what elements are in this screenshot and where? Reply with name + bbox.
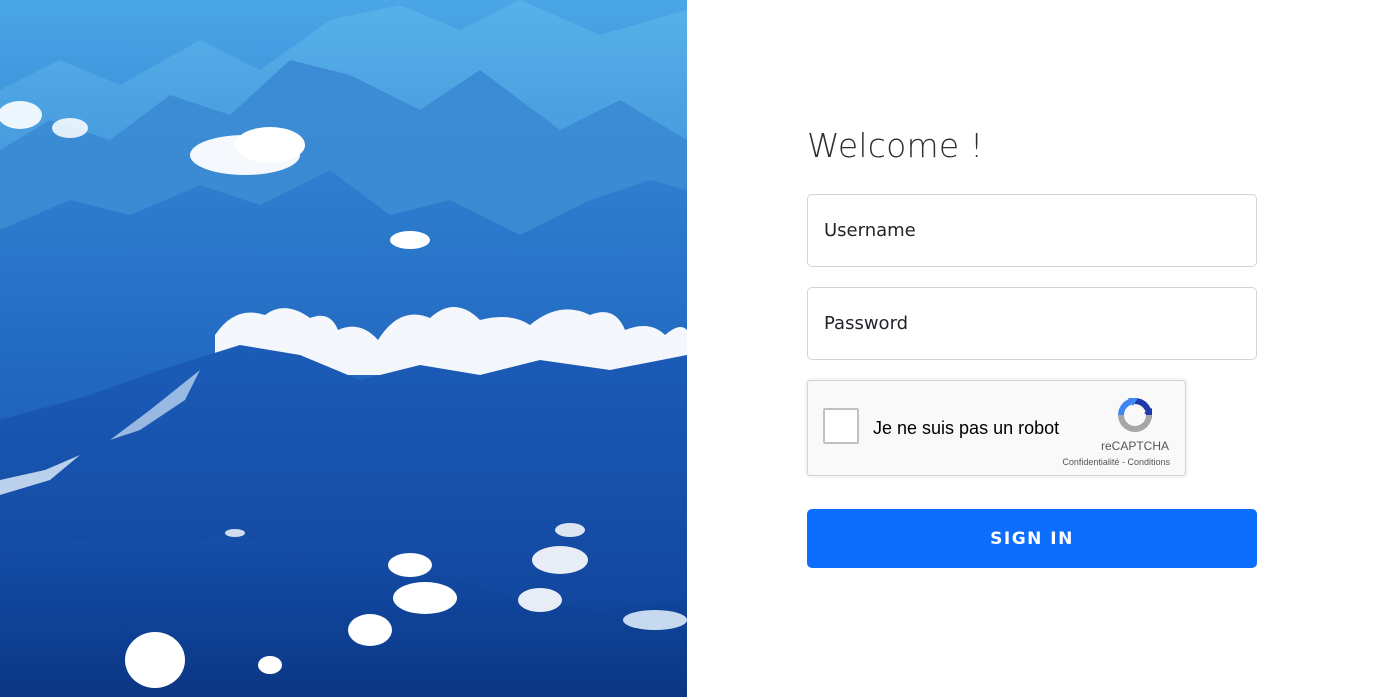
- sign-in-button[interactable]: SIGN IN: [807, 509, 1257, 568]
- recaptcha-links: Confidentialité - Conditions: [1062, 457, 1170, 467]
- recaptcha-checkbox[interactable]: [823, 408, 859, 444]
- login-page: Welcome ! Je ne suis pas un robot reCAPT…: [0, 0, 1390, 697]
- welcome-title: Welcome !: [807, 126, 984, 165]
- recaptcha-widget: Je ne suis pas un robot reCAPTCHA Confid…: [807, 380, 1186, 476]
- recaptcha-label: Je ne suis pas un robot: [873, 418, 1060, 438]
- password-input[interactable]: [807, 287, 1257, 360]
- username-input[interactable]: [807, 194, 1257, 267]
- login-form: Welcome ! Je ne suis pas un robot reCAPT…: [807, 124, 1257, 568]
- privacy-link[interactable]: Confidentialité: [1062, 457, 1119, 467]
- link-separator: -: [1121, 457, 1125, 467]
- terms-link[interactable]: Conditions: [1127, 457, 1170, 467]
- recaptcha-brand: reCAPTCHA: [1100, 439, 1169, 453]
- login-panel: Welcome ! Je ne suis pas un robot reCAPT…: [687, 0, 1390, 697]
- recaptcha-logo-icon: [1118, 398, 1152, 432]
- mountain-illustration: [0, 0, 687, 697]
- mountain-landscape-image: [0, 0, 687, 697]
